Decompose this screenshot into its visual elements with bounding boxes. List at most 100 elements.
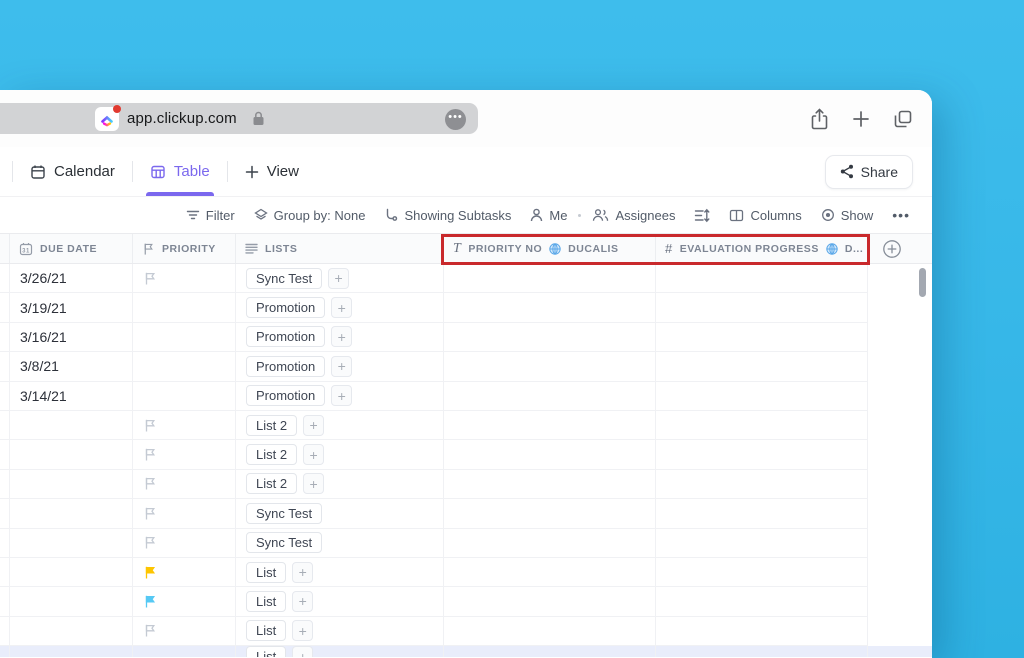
priority-cell[interactable] bbox=[133, 499, 236, 528]
priority-no-cell[interactable] bbox=[444, 293, 656, 322]
due-date-cell[interactable] bbox=[10, 617, 133, 646]
column-header-due-date[interactable]: 31 DUE DATE bbox=[10, 234, 133, 263]
me-filter-button[interactable]: Me bbox=[530, 208, 567, 223]
list-tag[interactable]: List 2 bbox=[246, 444, 297, 465]
add-tag-button[interactable]: + bbox=[292, 591, 313, 612]
priority-cell[interactable] bbox=[133, 587, 236, 616]
list-tag[interactable]: List bbox=[246, 620, 286, 641]
due-date-cell[interactable]: 3/19/21 bbox=[10, 293, 133, 322]
lists-cell[interactable]: Promotion + bbox=[236, 293, 444, 322]
due-date-cell[interactable] bbox=[10, 587, 133, 616]
priority-cell[interactable] bbox=[133, 352, 236, 381]
add-column-button[interactable] bbox=[882, 239, 902, 259]
due-date-cell[interactable] bbox=[10, 646, 133, 657]
add-tag-button[interactable]: + bbox=[303, 415, 324, 436]
due-date-cell[interactable] bbox=[10, 558, 133, 587]
list-tag[interactable]: Sync Test bbox=[246, 503, 322, 524]
due-date-cell[interactable] bbox=[10, 529, 133, 558]
column-header-lists[interactable]: LISTS bbox=[236, 234, 444, 263]
add-tag-button[interactable]: + bbox=[331, 297, 352, 318]
evaluation-progress-cell[interactable] bbox=[656, 529, 868, 558]
evaluation-progress-cell[interactable] bbox=[656, 264, 868, 293]
new-tab-plus-icon[interactable] bbox=[852, 110, 870, 128]
address-bar[interactable]: app.clickup.com ••• bbox=[0, 103, 478, 134]
due-date-cell[interactable]: 3/8/21 bbox=[10, 352, 133, 381]
priority-cell[interactable] bbox=[133, 440, 236, 469]
group-by-button[interactable]: Group by: None bbox=[254, 208, 366, 223]
tab-calendar[interactable]: Calendar bbox=[13, 147, 132, 196]
lists-cell[interactable]: List 2 + bbox=[236, 470, 444, 499]
due-date-cell[interactable] bbox=[10, 440, 133, 469]
list-tag[interactable]: Promotion bbox=[246, 326, 325, 347]
share-export-icon[interactable] bbox=[810, 108, 829, 130]
add-tag-button[interactable]: + bbox=[328, 268, 349, 289]
evaluation-progress-cell[interactable] bbox=[656, 558, 868, 587]
lists-cell[interactable]: List 2 + bbox=[236, 440, 444, 469]
priority-no-cell[interactable] bbox=[444, 352, 656, 381]
evaluation-progress-cell[interactable] bbox=[656, 382, 868, 411]
lists-cell[interactable]: Promotion + bbox=[236, 382, 444, 411]
assignees-button[interactable]: Assignees bbox=[592, 208, 675, 223]
show-button[interactable]: Show bbox=[821, 208, 874, 223]
add-tag-button[interactable]: + bbox=[292, 620, 313, 641]
add-tag-button[interactable]: + bbox=[331, 356, 352, 377]
priority-no-cell[interactable] bbox=[444, 617, 656, 646]
priority-no-cell[interactable] bbox=[444, 646, 656, 657]
add-tag-button[interactable]: + bbox=[331, 326, 352, 347]
list-tag[interactable]: List 2 bbox=[246, 415, 297, 436]
column-header-evaluation-progress[interactable]: # EVALUATION PROGRESS D... bbox=[656, 234, 868, 263]
columns-button[interactable]: Columns bbox=[729, 208, 801, 223]
due-date-cell[interactable]: 3/26/21 bbox=[10, 264, 133, 293]
vertical-scrollbar-thumb[interactable] bbox=[919, 268, 926, 297]
evaluation-progress-cell[interactable] bbox=[656, 293, 868, 322]
due-date-cell[interactable] bbox=[10, 411, 133, 440]
list-tag[interactable]: Sync Test bbox=[246, 532, 322, 553]
priority-no-cell[interactable] bbox=[444, 499, 656, 528]
lists-cell[interactable]: List + bbox=[236, 617, 444, 646]
list-tag[interactable]: List bbox=[246, 646, 286, 657]
sort-button[interactable] bbox=[694, 208, 710, 223]
list-tag[interactable]: List bbox=[246, 562, 286, 583]
list-tag[interactable]: Promotion bbox=[246, 356, 325, 377]
evaluation-progress-cell[interactable] bbox=[656, 587, 868, 616]
priority-cell[interactable] bbox=[133, 558, 236, 587]
lists-cell[interactable]: List + bbox=[236, 646, 444, 657]
lists-cell[interactable]: Promotion + bbox=[236, 323, 444, 352]
filter-button[interactable]: Filter bbox=[186, 208, 235, 223]
add-tag-button[interactable]: + bbox=[331, 385, 352, 406]
lists-cell[interactable]: Promotion + bbox=[236, 352, 444, 381]
priority-cell[interactable] bbox=[133, 529, 236, 558]
evaluation-progress-cell[interactable] bbox=[656, 470, 868, 499]
evaluation-progress-cell[interactable] bbox=[656, 352, 868, 381]
evaluation-progress-cell[interactable] bbox=[656, 440, 868, 469]
evaluation-progress-cell[interactable] bbox=[656, 499, 868, 528]
priority-cell[interactable] bbox=[133, 264, 236, 293]
column-header-priority-no[interactable]: T PRIORITY NO DUCALIS bbox=[444, 234, 656, 263]
due-date-cell[interactable]: 3/16/21 bbox=[10, 323, 133, 352]
more-options-button[interactable]: ••• bbox=[892, 207, 910, 223]
evaluation-progress-cell[interactable] bbox=[656, 323, 868, 352]
tab-table[interactable]: Table bbox=[133, 147, 227, 196]
priority-no-cell[interactable] bbox=[444, 440, 656, 469]
priority-no-cell[interactable] bbox=[444, 587, 656, 616]
priority-no-cell[interactable] bbox=[444, 411, 656, 440]
evaluation-progress-cell[interactable] bbox=[656, 646, 868, 657]
tab-add-view[interactable]: View bbox=[228, 147, 316, 196]
list-tag[interactable]: Sync Test bbox=[246, 268, 322, 289]
column-header-priority[interactable]: PRIORITY bbox=[133, 234, 236, 263]
lists-cell[interactable]: Sync Test + bbox=[236, 529, 444, 558]
add-tag-button[interactable]: + bbox=[292, 562, 313, 583]
priority-no-cell[interactable] bbox=[444, 558, 656, 587]
priority-cell[interactable] bbox=[133, 382, 236, 411]
list-tag[interactable]: List bbox=[246, 591, 286, 612]
page-settings-button[interactable]: ••• bbox=[445, 109, 466, 130]
evaluation-progress-cell[interactable] bbox=[656, 411, 868, 440]
add-tag-button[interactable]: + bbox=[292, 646, 313, 657]
lists-cell[interactable]: List 2 + bbox=[236, 411, 444, 440]
priority-no-cell[interactable] bbox=[444, 529, 656, 558]
add-tag-button[interactable]: + bbox=[303, 444, 324, 465]
priority-no-cell[interactable] bbox=[444, 382, 656, 411]
priority-cell[interactable] bbox=[133, 617, 236, 646]
priority-cell[interactable] bbox=[133, 293, 236, 322]
priority-cell[interactable] bbox=[133, 470, 236, 499]
